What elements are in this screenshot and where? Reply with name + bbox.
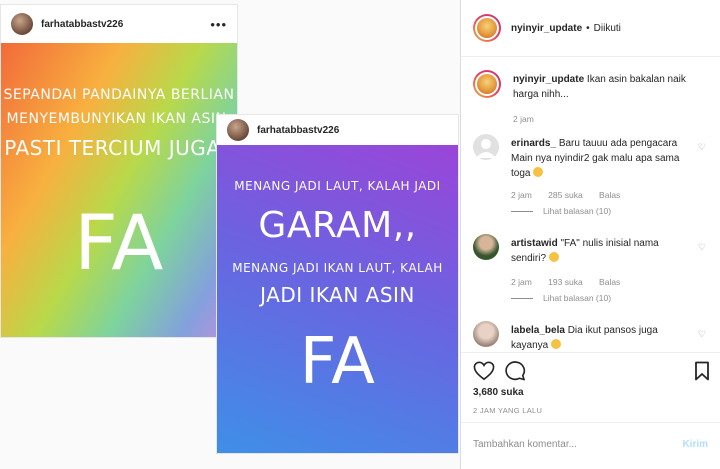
add-comment-bar: Tambahkan komentar... Kirim bbox=[461, 422, 720, 469]
comment-time[interactable]: 2 jam bbox=[511, 190, 532, 200]
thinking-emoji-icon bbox=[548, 252, 559, 262]
grimace-emoji-icon bbox=[533, 167, 544, 177]
default-avatar-icon bbox=[476, 139, 496, 158]
post-username[interactable]: farhatabbastv226 bbox=[41, 19, 123, 30]
comment-meta: 2 jam bbox=[513, 114, 548, 124]
detail-username[interactable]: nyinyir_update bbox=[511, 23, 582, 34]
quote-line: Menang jadi ikan laut, kalah bbox=[232, 261, 443, 275]
comment-item: artistawid "FA" nulis inisial nama sendi… bbox=[473, 234, 708, 314]
reply-button[interactable]: Balas bbox=[599, 190, 620, 200]
post-time: 2 JAM YANG LALU bbox=[473, 406, 543, 415]
comment-time[interactable]: 2 jam bbox=[513, 114, 534, 124]
post-image: Sepandai pandainya berlian menyembunyika… bbox=[1, 43, 237, 337]
comment-item: erinards_ Baru tauuu ada pengacara Main … bbox=[473, 134, 708, 224]
avatar[interactable] bbox=[473, 14, 501, 42]
initials: FA bbox=[299, 325, 376, 399]
comment-likes[interactable]: 285 suka bbox=[548, 190, 583, 200]
initials: FA bbox=[74, 198, 164, 287]
action-bar: 3,680 suka 2 JAM YANG LALU bbox=[461, 352, 720, 423]
view-replies[interactable]: Lihat balasan (10) bbox=[511, 293, 611, 303]
comment-item: labela_bela Dia ikut pansos juga kayanya… bbox=[473, 321, 708, 352]
likes-count[interactable]: 3,680 suka bbox=[473, 387, 524, 398]
more-options-icon[interactable]: ••• bbox=[210, 18, 227, 31]
replies-line bbox=[511, 210, 533, 212]
comment-username[interactable]: erinards_ bbox=[511, 138, 556, 149]
caption: nyinyir_update Ikan asin bakalan naik ha… bbox=[473, 70, 708, 130]
comment-text: labela_bela Dia ikut pansos juga kayanya bbox=[511, 323, 686, 352]
avatar[interactable] bbox=[11, 13, 33, 35]
caption-text: nyinyir_update Ikan asin bakalan naik ha… bbox=[513, 72, 708, 102]
comment-username[interactable]: labela_bela bbox=[511, 325, 565, 336]
post-card-1: farhatabbastv226 ••• Sepandai pandainya … bbox=[0, 4, 238, 338]
comment-input[interactable]: Tambahkan komentar... bbox=[473, 439, 577, 450]
comment-meta: 2 jam 193 suka Balas bbox=[511, 277, 634, 287]
grin-emoji-icon bbox=[551, 339, 562, 349]
post-image: Menang jadi laut, kalah jadi GARAM,, Men… bbox=[217, 145, 458, 453]
quote-line: Menang jadi laut, kalah jadi bbox=[234, 179, 441, 193]
post-detail-panel: nyinyir_update • Diikuti nyinyir_update … bbox=[460, 0, 720, 469]
bookmark-icon[interactable] bbox=[694, 361, 710, 381]
comment-username[interactable]: artistawid bbox=[511, 238, 558, 249]
follow-status[interactable]: Diikuti bbox=[594, 23, 621, 34]
avatar[interactable] bbox=[473, 70, 501, 98]
quote-line: GARAM,, bbox=[258, 205, 417, 246]
avatar[interactable] bbox=[473, 134, 499, 160]
comments-list[interactable]: nyinyir_update Ikan asin bakalan naik ha… bbox=[461, 58, 720, 352]
separator: • bbox=[586, 22, 590, 34]
comment-like-icon[interactable]: ♡ bbox=[698, 142, 706, 153]
post-username[interactable]: farhatabbastv226 bbox=[257, 125, 339, 136]
comment-time[interactable]: 2 jam bbox=[511, 277, 532, 287]
avatar[interactable] bbox=[473, 321, 499, 347]
like-heart-icon[interactable] bbox=[473, 361, 495, 381]
reply-button[interactable]: Balas bbox=[599, 277, 620, 287]
comment-likes[interactable]: 193 suka bbox=[548, 277, 583, 287]
post-header: farhatabbastv226 ••• bbox=[217, 115, 458, 145]
quote-line: jadi ikan asin bbox=[260, 283, 415, 307]
post-comment-button[interactable]: Kirim bbox=[682, 439, 708, 450]
comment-like-icon[interactable]: ♡ bbox=[698, 242, 706, 253]
avatar[interactable] bbox=[473, 234, 499, 260]
caption-username[interactable]: nyinyir_update bbox=[513, 74, 584, 85]
view-replies-label[interactable]: Lihat balasan (10) bbox=[543, 206, 611, 216]
comment-like-icon[interactable]: ♡ bbox=[698, 329, 706, 340]
comment-text: artistawid "FA" nulis inisial nama sendi… bbox=[511, 236, 686, 266]
replies-line bbox=[511, 297, 533, 299]
view-replies-label[interactable]: Lihat balasan (10) bbox=[543, 293, 611, 303]
comment-meta: 2 jam 285 suka Balas bbox=[511, 190, 634, 200]
post-header: farhatabbastv226 ••• bbox=[1, 5, 237, 43]
avatar[interactable] bbox=[227, 119, 249, 141]
view-replies[interactable]: Lihat balasan (10) bbox=[511, 206, 611, 216]
quote-line: menyembunyikan ikan asin, bbox=[6, 111, 232, 127]
quote-line: pasti tercium juga.. bbox=[4, 136, 234, 160]
comment-bubble-icon[interactable] bbox=[504, 361, 526, 381]
quote-line: Sepandai pandainya berlian bbox=[3, 87, 235, 103]
post-card-2: farhatabbastv226 ••• Menang jadi laut, k… bbox=[216, 114, 459, 454]
comment-text: erinards_ Baru tauuu ada pengacara Main … bbox=[511, 136, 686, 181]
detail-header: nyinyir_update • Diikuti bbox=[461, 0, 720, 57]
